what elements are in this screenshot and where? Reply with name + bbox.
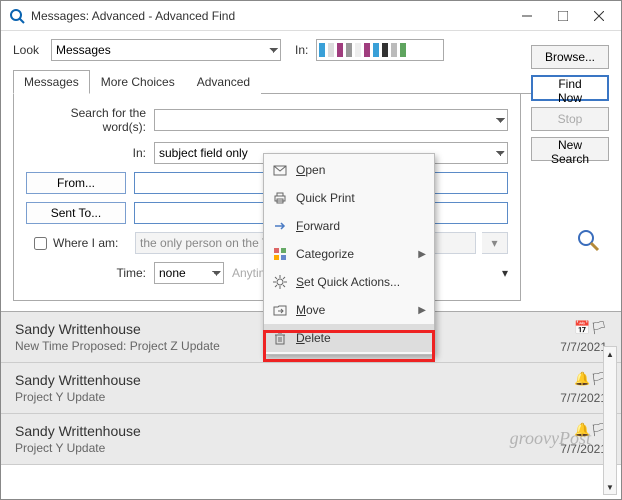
tab-advanced[interactable]: Advanced — [186, 70, 261, 94]
menu-label: Categorize — [296, 247, 410, 261]
result-subject: Project Y Update — [15, 390, 560, 404]
forward-icon — [272, 218, 288, 234]
chevron-right-icon: ▶ — [418, 249, 426, 260]
result-subject: Project Y Update — [15, 441, 560, 455]
results-scrollbar[interactable]: ▲ ▼ — [603, 346, 617, 495]
look-label: Look — [13, 43, 43, 57]
menu-label: Move — [296, 303, 410, 317]
menu-label: Set Quick Actions... — [296, 275, 426, 289]
close-button[interactable] — [581, 1, 617, 31]
scroll-up-button[interactable]: ▲ — [604, 347, 616, 361]
look-row: Look Messages In: — [1, 31, 621, 69]
result-date: 7/7/2021 — [560, 442, 607, 456]
search-words-input[interactable] — [154, 109, 508, 131]
window-title: Messages: Advanced - Advanced Find — [31, 9, 509, 23]
where-i-am-checkbox[interactable] — [34, 237, 47, 250]
result-row[interactable]: Sandy Writtenhouse Project Y Update 🔔🏳 7… — [1, 414, 621, 465]
calendar-flag-icon: 📅🏳 — [574, 320, 607, 336]
menu-forward[interactable]: Forward — [264, 212, 434, 240]
look-in-label: In: — [295, 43, 308, 57]
menu-quick-print[interactable]: Quick Print — [264, 184, 434, 212]
delete-icon — [272, 330, 288, 346]
search-label: Search for the word(s): — [26, 106, 146, 134]
where-i-am-label: Where I am: — [53, 236, 129, 250]
tab-messages[interactable]: Messages — [13, 70, 90, 94]
browse-button[interactable]: Browse... — [531, 45, 609, 69]
menu-delete[interactable]: Delete — [264, 324, 434, 352]
time-select[interactable]: none — [154, 262, 224, 284]
menu-categorize[interactable]: Categorize ▶ — [264, 240, 434, 268]
from-button[interactable]: From... — [26, 172, 126, 194]
menu-label: Delete — [296, 331, 426, 345]
menu-move[interactable]: Move ▶ — [264, 296, 434, 324]
gear-icon — [272, 274, 288, 290]
menu-label: Forward — [296, 219, 426, 233]
sent-to-button[interactable]: Sent To... — [26, 202, 126, 224]
result-row[interactable]: Sandy Writtenhouse Project Y Update 🔔🏳 7… — [1, 363, 621, 414]
result-sender: Sandy Writtenhouse — [15, 423, 560, 439]
minimize-button[interactable] — [509, 1, 545, 31]
titlebar: Messages: Advanced - Advanced Find — [1, 1, 621, 31]
magnifier-icon[interactable] — [576, 228, 602, 260]
where-i-am-dropdown-button: ▾ — [482, 232, 508, 254]
in-label: In: — [26, 146, 146, 160]
menu-label: Quick Print — [296, 191, 426, 205]
menu-open[interactable]: Open — [264, 156, 434, 184]
time-label: Time: — [26, 266, 146, 280]
print-icon — [272, 190, 288, 206]
folder-scope-display — [316, 39, 444, 61]
tab-bar: Messages More Choices Advanced — [13, 69, 609, 94]
result-sender: Sandy Writtenhouse — [15, 372, 560, 388]
move-icon — [272, 302, 288, 318]
new-search-button[interactable]: New Search — [531, 137, 609, 161]
context-menu: Open Quick Print Forward Categorize ▶ Se… — [263, 153, 435, 355]
result-date: 7/7/2021 — [560, 340, 607, 354]
scroll-down-button[interactable]: ▼ — [604, 480, 616, 494]
look-select[interactable]: Messages — [51, 39, 281, 61]
stop-button[interactable]: Stop — [531, 107, 609, 131]
categorize-icon — [272, 246, 288, 262]
app-icon — [9, 8, 25, 24]
chevron-right-icon: ▶ — [418, 305, 426, 316]
right-buttons: Browse... Find Now Stop New Search — [531, 45, 609, 161]
result-date: 7/7/2021 — [560, 391, 607, 405]
window-frame: Messages: Advanced - Advanced Find Look … — [0, 0, 622, 500]
tab-more-choices[interactable]: More Choices — [90, 70, 186, 94]
time-range-dropdown-button: ▾ — [502, 266, 508, 280]
open-icon — [272, 162, 288, 178]
maximize-button[interactable] — [545, 1, 581, 31]
menu-label: Open — [296, 163, 426, 177]
menu-set-quick-actions[interactable]: Set Quick Actions... — [264, 268, 434, 296]
find-now-button[interactable]: Find Now — [531, 75, 609, 101]
